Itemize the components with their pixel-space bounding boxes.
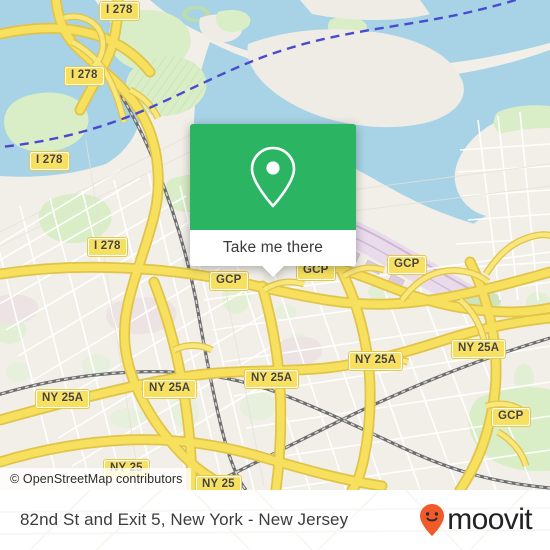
footer-bar: 82nd St and Exit 5, New York - New Jerse… [0, 490, 550, 550]
popup-action-bar[interactable]: Take me there [190, 230, 356, 277]
footer-content: 82nd St and Exit 5, New York - New Jerse… [0, 490, 550, 550]
map-pin-icon [250, 146, 296, 208]
location-title: 82nd St and Exit 5, New York - New Jerse… [20, 510, 349, 529]
moovit-logo: moovit [419, 503, 533, 537]
take-me-there-label: Take me there [222, 239, 324, 256]
moovit-map-screenshot: I 278 I 278 I 278 I 278 GCP GCP GCP GCP NY 25A NY… [0, 0, 550, 550]
location-popup-card[interactable]: Take me there [190, 124, 356, 277]
map-attribution[interactable]: © OpenStreetMap contributors [0, 468, 191, 490]
popup-pointer-tail [262, 266, 284, 277]
attribution-text: © OpenStreetMap contributors [10, 472, 183, 486]
moovit-wordmark: moovit [447, 503, 532, 536]
popup-header [190, 124, 356, 230]
moovit-pin-icon [420, 504, 445, 536]
